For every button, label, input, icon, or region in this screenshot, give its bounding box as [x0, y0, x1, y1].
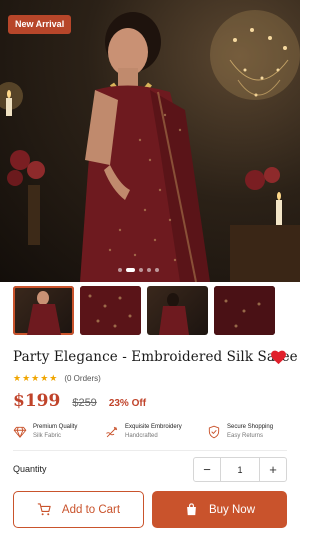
add-to-cart-button[interactable]: Add to Cart: [13, 491, 144, 528]
feature-subtitle: Silk Fabric: [33, 433, 62, 439]
divider: [13, 450, 287, 451]
discount-label: 23% Off: [108, 398, 147, 409]
feature-premium-quality: Premium Quality Silk Fabric: [13, 422, 105, 442]
feature-embroidery: Exquisite Embroidery Handcrafted: [105, 422, 207, 442]
thumbnail-3[interactable]: [147, 286, 208, 335]
feature-list: Premium Quality Silk Fabric Exquisite Em…: [13, 422, 289, 442]
pagination-dot[interactable]: [147, 268, 151, 272]
pagination-dot[interactable]: [155, 268, 159, 272]
thumbnail-1[interactable]: [13, 286, 74, 335]
quantity-label: Quantity: [13, 464, 47, 474]
thumbnail-2[interactable]: [80, 286, 141, 335]
feature-title: Premium Quality: [33, 424, 78, 430]
current-price: $199: [13, 391, 61, 411]
cart-icon: [37, 503, 51, 516]
thumbnail-strip: [13, 286, 300, 336]
gallery-pagination: [118, 268, 159, 272]
quantity-value[interactable]: 1: [220, 458, 260, 481]
rating-row: ★★★★★ (0 Orders): [13, 373, 101, 384]
feature-title: Exquisite Embroidery: [125, 424, 182, 430]
add-to-cart-label: Add to Cart: [61, 503, 121, 516]
new-arrival-badge: New Arrival: [8, 15, 72, 34]
pagination-dot-active[interactable]: [126, 268, 135, 272]
buy-now-button[interactable]: Buy Now: [152, 491, 287, 528]
star-rating: ★★★★★: [13, 373, 59, 383]
feature-subtitle: Handcrafted: [125, 433, 158, 439]
diamond-icon: [13, 426, 27, 438]
shopping-bag-icon: [187, 503, 196, 516]
thumbnail-image: [80, 286, 141, 335]
thumbnail-image: [27, 291, 61, 335]
product-title: Party Elegance - Embroidered Silk Saree: [13, 349, 298, 365]
pagination-dot[interactable]: [118, 268, 122, 272]
feature-title: Secure Shopping: [227, 424, 274, 430]
shield-check-icon: [208, 425, 220, 439]
thumbnail-image: [159, 293, 189, 335]
thumbnail-4[interactable]: [214, 286, 275, 335]
buy-now-label: Buy Now: [208, 503, 256, 516]
saree-model-illustration: [0, 10, 300, 282]
needle-icon: [106, 426, 118, 438]
original-price: $259: [72, 397, 97, 409]
increase-quantity-button[interactable]: +: [260, 458, 286, 481]
order-count[interactable]: (0 Orders): [64, 374, 100, 383]
feature-secure-shopping: Secure Shopping Easy Returns: [207, 422, 289, 442]
quantity-stepper: − 1 +: [193, 457, 287, 482]
thumbnail-image: [214, 286, 275, 335]
decrease-quantity-button[interactable]: −: [194, 458, 220, 481]
feature-subtitle: Easy Returns: [227, 433, 264, 439]
price-row: $199 $259 23% Off: [13, 391, 146, 411]
pagination-dot[interactable]: [139, 268, 143, 272]
product-hero-image[interactable]: New Arrival: [0, 0, 300, 282]
heart-icon[interactable]: [270, 349, 287, 365]
